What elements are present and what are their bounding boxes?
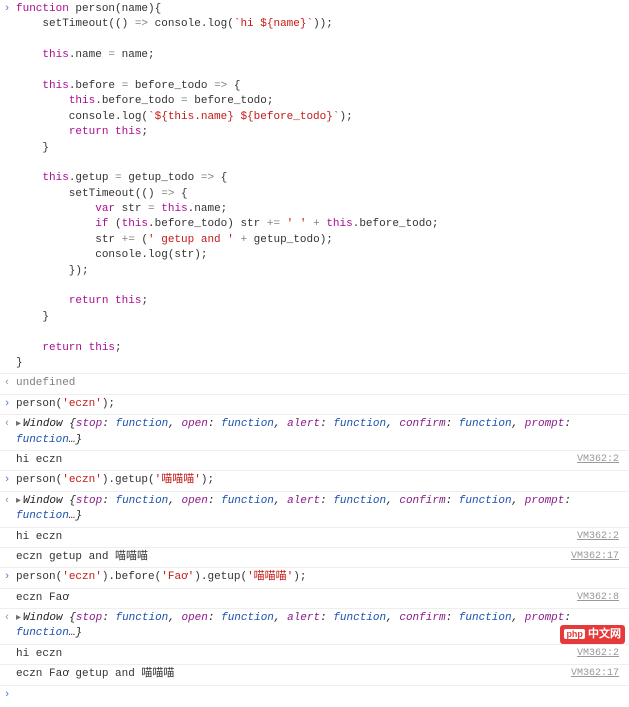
source-link[interactable]: VM362:8 <box>577 591 625 605</box>
console-input-prompt-row[interactable]: › <box>0 686 629 705</box>
output-prompt-icon: ‹ <box>0 376 14 391</box>
console-row[interactable]: ›person('eczn'); <box>0 395 629 415</box>
console-content: ▸Window {stop: function, open: function,… <box>14 611 625 642</box>
source-link[interactable]: VM362:2 <box>577 647 625 661</box>
console-row[interactable]: ›person('eczn').before('Faơ').getup('喵喵喵… <box>0 568 629 588</box>
source-link[interactable]: VM362:17 <box>571 667 625 681</box>
input-prompt-icon: › <box>0 570 14 585</box>
console-content: person('eczn').getup('喵喵喵'); <box>14 473 625 488</box>
input-prompt-icon: › <box>0 397 14 412</box>
console-row: hi ecznVM362:2 <box>0 528 629 548</box>
console-content: undefined <box>14 376 625 391</box>
console-content: person('eczn').before('Faơ').getup('喵喵喵'… <box>14 570 625 585</box>
expand-triangle-icon[interactable]: ▸ <box>16 495 21 509</box>
input-prompt-icon: › <box>0 688 14 703</box>
console-content: ▸Window {stop: function, open: function,… <box>14 417 625 448</box>
console-row[interactable]: ‹▸Window {stop: function, open: function… <box>0 609 629 645</box>
source-link[interactable]: VM362:2 <box>577 530 625 544</box>
console-input-row[interactable]: › function person(name){ setTimeout(() =… <box>0 0 629 374</box>
source-link[interactable]: VM362:17 <box>571 550 625 564</box>
source-link[interactable]: VM362:2 <box>577 453 625 467</box>
console-content: hi eczn <box>14 530 577 545</box>
console-content: ▸Window {stop: function, open: function,… <box>14 494 625 525</box>
console-content: eczn Faơ getup and 喵喵喵 <box>14 667 571 682</box>
output-prompt-icon: ‹ <box>0 494 14 509</box>
watermark-badge: php 中文网 <box>560 625 625 644</box>
console-content: hi eczn <box>14 647 577 662</box>
console-row: eczn getup and 喵喵喵VM362:17 <box>0 548 629 568</box>
output-prompt-icon: ‹ <box>0 611 14 626</box>
console-row: eczn FaơVM362:8 <box>0 589 629 609</box>
console-content: eczn getup and 喵喵喵 <box>14 550 571 565</box>
console-content: person('eczn'); <box>14 397 625 412</box>
console-row[interactable]: ‹▸Window {stop: function, open: function… <box>0 415 629 451</box>
output-prompt-icon: ‹ <box>0 417 14 432</box>
code-block: function person(name){ setTimeout(() => … <box>14 2 625 371</box>
console-row[interactable]: ‹▸Window {stop: function, open: function… <box>0 492 629 528</box>
console-row: eczn Faơ getup and 喵喵喵VM362:17 <box>0 665 629 685</box>
input-prompt-icon: › <box>0 473 14 488</box>
console-content: eczn Faơ <box>14 591 577 606</box>
console-row: hi ecznVM362:2 <box>0 451 629 471</box>
expand-triangle-icon[interactable]: ▸ <box>16 418 21 432</box>
expand-triangle-icon[interactable]: ▸ <box>16 612 21 626</box>
input-prompt-icon: › <box>0 2 14 17</box>
console-row: ‹undefined <box>0 374 629 394</box>
console-row[interactable]: ›person('eczn').getup('喵喵喵'); <box>0 471 629 491</box>
console-content: hi eczn <box>14 453 577 468</box>
